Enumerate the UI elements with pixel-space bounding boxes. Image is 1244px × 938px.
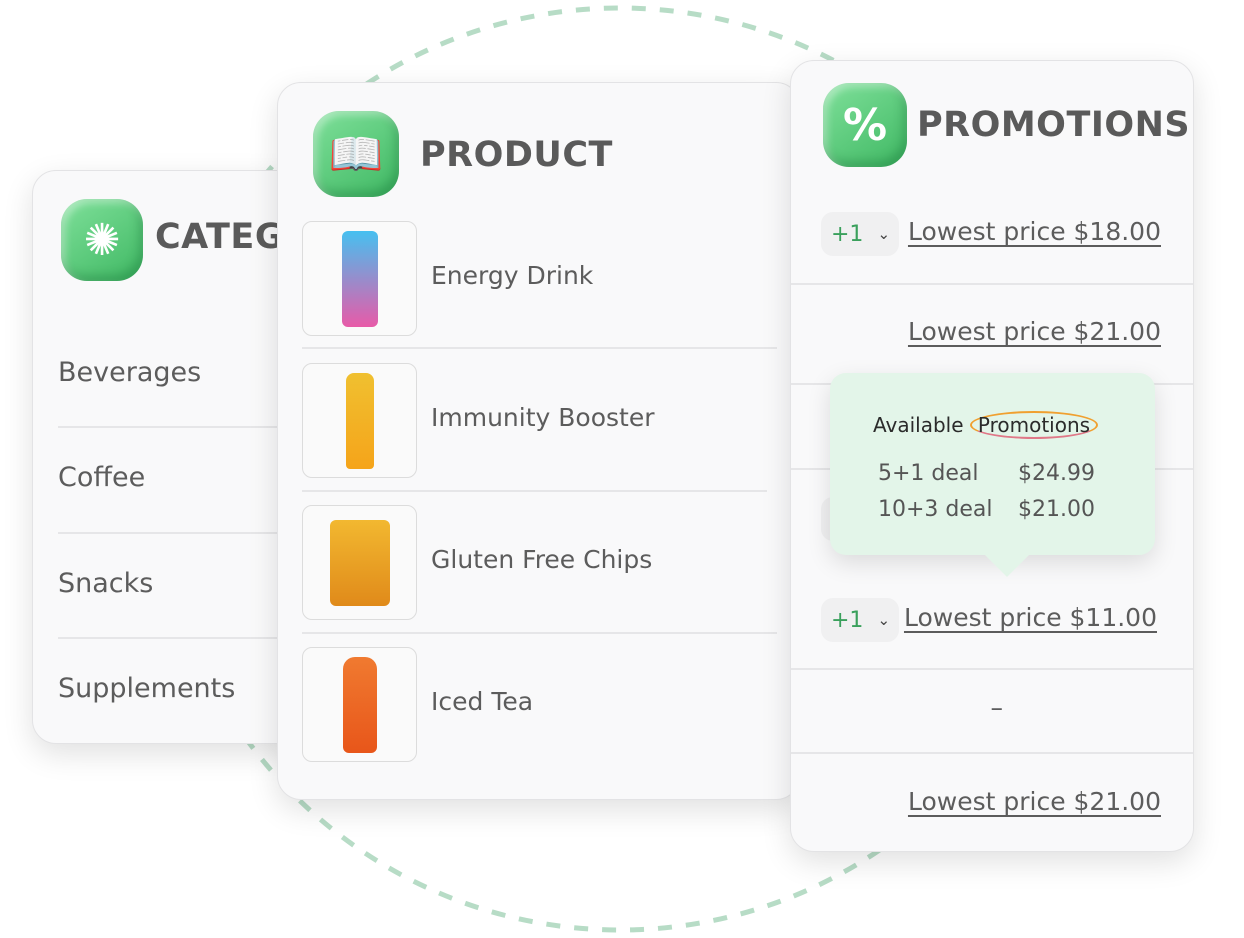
product-name[interactable]: Immunity Booster (431, 403, 655, 432)
promo-count-dropdown[interactable]: +1 ⌄ (821, 212, 899, 256)
product-name[interactable]: Energy Drink (431, 261, 593, 290)
chip-count: +1 (831, 221, 864, 247)
percent-icon: % (823, 83, 907, 167)
available-promotions-tooltip: Available Promotions 5+1 deal $24.99 10+… (830, 373, 1155, 577)
divider (302, 347, 777, 349)
tooltip-title-highlight: Promotions (969, 411, 1099, 439)
promo-count-dropdown[interactable]: +1 ⌄ (821, 598, 899, 642)
product-title: PRODUCT (420, 135, 613, 175)
divider (302, 632, 777, 634)
category-item-coffee[interactable]: Coffee (58, 462, 145, 493)
product-image-iced-tea (302, 647, 417, 762)
deal-price: $21.00 (1018, 497, 1095, 522)
deal-name: 10+3 deal (878, 497, 993, 522)
lowest-price-link[interactable]: Lowest price $21.00 (908, 787, 1161, 816)
product-name[interactable]: Gluten Free Chips (431, 545, 652, 574)
chip-count: +1 (831, 607, 864, 633)
lowest-price-link[interactable]: Lowest price $21.00 (908, 317, 1161, 346)
book-icon: 📖 (313, 111, 399, 197)
divider (302, 490, 767, 492)
product-image-chips (302, 505, 417, 620)
divider (791, 668, 1193, 670)
award-badge-icon: ✺ (61, 199, 143, 281)
divider (791, 283, 1193, 285)
category-item-beverages[interactable]: Beverages (58, 357, 201, 388)
product-image-immunity-booster (302, 363, 417, 478)
lowest-price-link[interactable]: Lowest price $11.00 (904, 603, 1157, 632)
chevron-down-icon: ⌄ (877, 611, 891, 629)
no-price: – (990, 693, 1004, 722)
product-card: 📖 PRODUCT Energy Drink Immunity Booster … (277, 82, 800, 800)
tooltip-title: Available Promotions (873, 411, 1099, 439)
deal-name: 5+1 deal (878, 461, 979, 486)
promotions-title: PROMOTIONS (917, 105, 1191, 145)
divider (791, 752, 1193, 754)
category-item-snacks[interactable]: Snacks (58, 568, 153, 599)
chevron-down-icon: ⌄ (877, 225, 891, 243)
lowest-price-link[interactable]: Lowest price $18.00 (908, 217, 1161, 246)
deal-price: $24.99 (1018, 461, 1095, 486)
product-image-energy-drink (302, 221, 417, 336)
category-item-supplements[interactable]: Supplements (58, 673, 235, 704)
tooltip-title-a: Available (873, 413, 964, 437)
product-name[interactable]: Iced Tea (431, 687, 533, 716)
